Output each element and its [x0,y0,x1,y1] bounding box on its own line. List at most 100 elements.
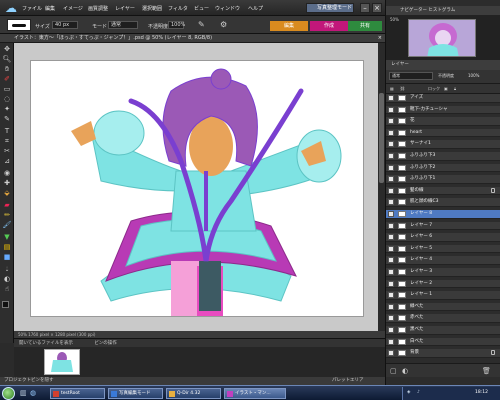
menu-layer[interactable]: レイヤー [115,5,135,12]
layer-row[interactable]: レイヤー 1 [386,291,500,300]
sponge-tool-icon[interactable]: ◐ [2,275,12,284]
layer-visibility-icon[interactable] [388,292,394,299]
taskbar-item-photo-editor[interactable]: 写真編集モード [108,388,163,399]
layer-visibility-icon[interactable] [388,303,394,310]
layer-opacity-value[interactable]: 100% [468,73,479,78]
foreground-color-swatch[interactable] [2,301,9,308]
delete-layer-icon[interactable]: 🗑︎ [482,367,491,375]
layer-row[interactable]: 背景 [386,349,500,358]
layer-row[interactable]: レイヤー 7 [386,221,500,231]
tray-volume-icon[interactable]: ♪ [417,390,420,395]
new-layer-icon[interactable]: ▦ [390,86,394,91]
layer-row[interactable]: アイズ [386,94,500,103]
taskbar-item-illustration[interactable]: イラスト・マン... [224,388,286,399]
layer-visibility-icon[interactable] [388,350,394,357]
layer-row[interactable]: レイヤー 5 [386,244,500,254]
airbrush-icon[interactable]: ✎ [198,20,205,29]
layer-visibility-icon[interactable] [388,234,394,241]
layer-row[interactable]: レイヤー 2 [386,279,500,289]
tab-edit[interactable]: 編集 [270,21,308,31]
close-button[interactable]: × [372,3,382,13]
layer-row[interactable]: ふりふり下1 [386,175,500,184]
healing-brush-tool-icon[interactable]: ✚ [2,179,12,188]
move-tool-icon[interactable]: ✥ [2,45,12,54]
canvas-vertical-scrollbar[interactable] [378,43,385,331]
link-layer-icon[interactable]: ⛓ [400,86,405,91]
layer-visibility-icon[interactable] [388,164,394,171]
layer-row[interactable]: レイヤー 4 [386,256,500,266]
tablet-options-icon[interactable]: ⚙ [220,20,227,29]
blur-tool-icon[interactable]: 💧︎ [2,265,12,274]
menu-edit[interactable]: 編集 [45,5,55,12]
adjustment-layer-icon[interactable]: ◐ [402,367,408,375]
taskbar-item-testroot[interactable]: testRoot [50,388,105,399]
layer-row[interactable]: 髪の線 [386,186,500,196]
scrollbar-thumb[interactable] [379,93,384,183]
photo-organizer-button[interactable]: 写真整理モード [306,3,354,13]
layer-row[interactable]: 赤べた [386,314,500,324]
layer-visibility-icon[interactable] [388,129,394,136]
layer-visibility-icon[interactable] [388,245,394,252]
hand-tool-icon[interactable]: ✋︎ [2,65,12,74]
eyedropper-tool-icon[interactable]: ✐ [2,75,12,84]
document-close-icon[interactable]: × [378,34,382,43]
menu-image[interactable]: イメージ [63,5,83,12]
magic-wand-tool-icon[interactable]: ✦ [2,105,12,114]
layer-visibility-icon[interactable] [388,118,394,125]
tab-create[interactable]: 作成 [310,21,348,31]
layer-visibility-icon[interactable] [388,257,394,264]
shape-tool-icon[interactable]: ■ [2,253,12,262]
menu-select[interactable]: 選択範囲 [142,5,162,12]
lasso-tool-icon[interactable]: ◌ [2,95,12,104]
menu-help[interactable]: ヘルプ [248,5,263,12]
type-tool-icon[interactable]: T [2,127,12,136]
layer-row[interactable]: レイヤー 3 [386,268,500,277]
layer-visibility-icon[interactable] [388,269,394,275]
layer-row[interactable]: 花 [386,117,500,126]
crop-tool-icon[interactable]: ⌗ [2,137,12,146]
zoom-tool-icon[interactable]: 🔍︎ [2,55,12,64]
layer-row[interactable]: 白べた [386,337,500,347]
pencil-tool-icon[interactable]: ✏ [2,211,12,220]
eraser-tool-icon[interactable]: ▰ [2,201,12,210]
new-layer-button-icon[interactable]: ▢ [390,367,397,375]
opacity-field[interactable]: 100% [168,21,185,29]
taskbar-item-qdir[interactable]: Q-Dir 4.32 [166,388,221,399]
menu-file[interactable]: ファイル [22,5,42,12]
lock-all-icon[interactable]: 🔒︎ [454,86,456,91]
smudge-tool-icon[interactable]: ☝ [2,285,12,294]
brush-tool-icon[interactable]: 🖌︎ [2,221,12,230]
lock-transparency-icon[interactable]: ▣ [444,86,448,91]
menu-view[interactable]: ビュー [194,5,209,12]
open-file-thumbnail[interactable] [44,349,80,375]
layer-row[interactable]: 緑べた [386,302,500,312]
tab-share[interactable]: 共有 [348,21,382,31]
size-field[interactable]: 40 px [52,21,78,29]
bin-files-dropdown[interactable]: 開いているファイルを表示 [19,341,73,346]
layer-visibility-icon[interactable] [388,153,394,159]
paint-bucket-tool-icon[interactable]: ▼ [2,233,12,242]
layer-visibility-icon[interactable] [388,106,394,113]
layer-row[interactable]: サーナイ1 [386,140,500,150]
layer-visibility-icon[interactable] [388,176,394,183]
clone-stamp-tool-icon[interactable]: ⬙ [2,189,12,198]
straighten-tool-icon[interactable]: ⊿ [2,157,12,166]
layer-visibility-icon[interactable] [388,327,394,333]
drawing-canvas[interactable] [30,60,364,317]
menu-enhance[interactable]: 画質調整 [88,5,108,12]
minimize-button[interactable]: – [360,3,370,13]
hide-project-bin-button[interactable]: プロジェクトビンを隠す [4,377,54,385]
menu-window[interactable]: ウィンドウ [215,5,240,12]
layer-row[interactable]: ふりふり下3 [386,152,500,161]
layer-row[interactable]: 靴下-カチューシャ [386,105,500,115]
layers-tab[interactable]: レイヤー [391,62,409,67]
layer-visibility-icon[interactable] [388,280,394,287]
layer-row[interactable]: レイヤー 8 [386,210,500,219]
start-button-icon[interactable] [2,387,15,400]
layer-visibility-icon[interactable] [388,95,394,101]
gradient-tool-icon[interactable]: ▤ [2,243,12,252]
layer-visibility-icon[interactable] [388,141,394,148]
cookie-cutter-tool-icon[interactable]: ✂ [2,147,12,156]
layer-row[interactable]: レイヤー 6 [386,233,500,242]
layer-row[interactable]: 肌と顔の線C3 [386,198,500,208]
